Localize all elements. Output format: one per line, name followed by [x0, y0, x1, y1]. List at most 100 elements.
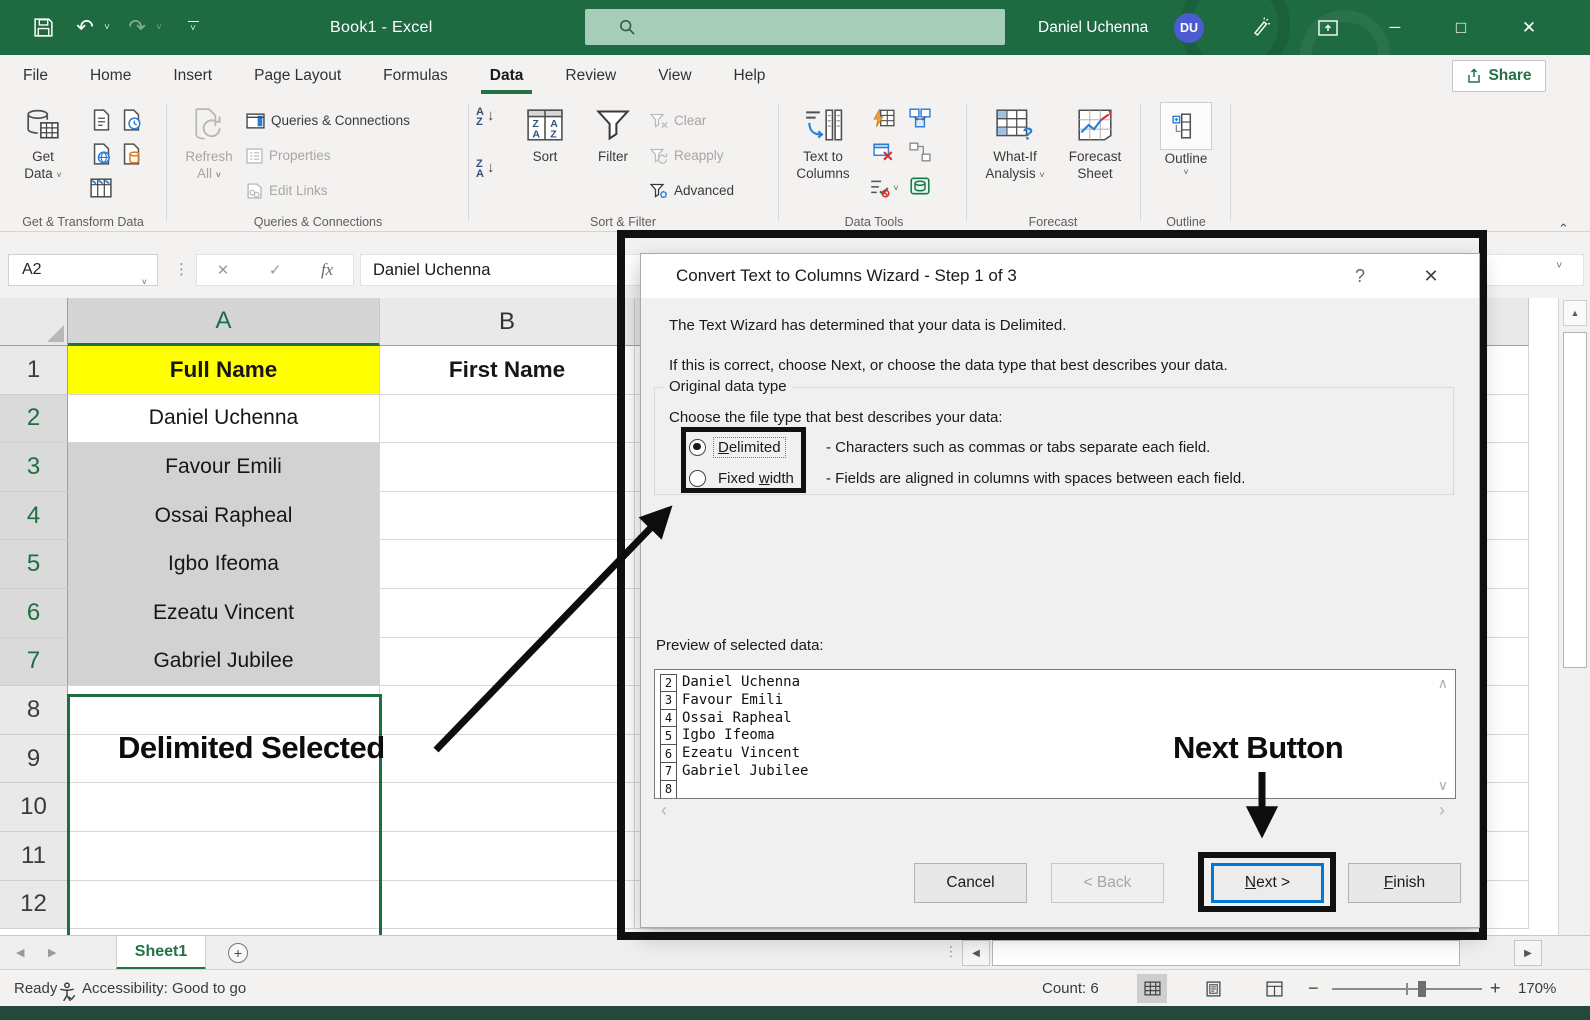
- zoom-out-icon[interactable]: −: [1308, 970, 1319, 1007]
- tab-page-layout[interactable]: Page Layout: [233, 55, 362, 97]
- close-button[interactable]: ✕: [1506, 0, 1552, 55]
- flash-fill-icon[interactable]: [873, 108, 895, 133]
- tab-split-dots[interactable]: ⋮: [944, 943, 958, 960]
- next-button[interactable]: Next >: [1211, 863, 1324, 903]
- delimited-radio[interactable]: [689, 439, 706, 456]
- cell-B8[interactable]: [380, 686, 635, 735]
- reapply-filter-button[interactable]: Reapply: [650, 138, 734, 173]
- data-validation-icon[interactable]: ˅: [869, 178, 898, 198]
- preview-scroll-right-icon[interactable]: ›: [1439, 803, 1445, 817]
- relationships-icon[interactable]: [909, 142, 931, 167]
- avatar[interactable]: DU: [1174, 13, 1204, 43]
- tab-review[interactable]: Review: [544, 55, 637, 97]
- preview-scroll-left-icon[interactable]: ‹: [661, 803, 667, 817]
- sort-button[interactable]: ZAAZ Sort: [514, 102, 576, 165]
- redo-icon[interactable]: ↷: [122, 0, 152, 55]
- row-header-4[interactable]: 4: [0, 492, 68, 541]
- column-header-A[interactable]: A: [68, 298, 380, 346]
- undo-caret-icon[interactable]: ˅: [100, 0, 114, 55]
- maximize-button[interactable]: □: [1438, 0, 1484, 55]
- from-web-icon[interactable]: [92, 143, 111, 170]
- what-if-analysis-button[interactable]: ? What-If Analysis ˅: [978, 102, 1052, 184]
- sort-az-button[interactable]: AZ↓: [476, 107, 494, 127]
- tab-formulas[interactable]: Formulas: [362, 55, 469, 97]
- next-sheet-icon[interactable]: ▶: [48, 936, 56, 970]
- filter-button[interactable]: Filter: [582, 102, 644, 165]
- cancel-button[interactable]: Cancel: [914, 863, 1027, 903]
- zoom-level[interactable]: 170%: [1518, 970, 1556, 1007]
- redo-caret-icon[interactable]: ˅: [152, 0, 166, 55]
- cell-B5[interactable]: [380, 540, 635, 589]
- save-icon[interactable]: [28, 0, 58, 55]
- cancel-entry-icon[interactable]: ✕: [217, 261, 230, 279]
- row-header-10[interactable]: 10: [0, 783, 68, 832]
- cell-A2[interactable]: Daniel Uchenna: [68, 395, 380, 444]
- cell-A12[interactable]: [68, 881, 380, 930]
- cell-A4[interactable]: Ossai Rapheal: [68, 492, 380, 541]
- accessibility-status[interactable]: Accessibility: Good to go: [82, 970, 246, 1007]
- search-box[interactable]: [585, 9, 1005, 45]
- cell-A7[interactable]: Gabriel Jubilee: [68, 638, 380, 687]
- minimize-button[interactable]: ─: [1372, 0, 1418, 55]
- vertical-scrollbar[interactable]: ▲ ▼: [1558, 298, 1590, 969]
- cell-B12[interactable]: [380, 881, 635, 930]
- view-normal-button[interactable]: [1137, 974, 1167, 1003]
- hscroll-left-icon[interactable]: ◀: [962, 940, 990, 966]
- get-data-button[interactable]: Get Data ˅: [12, 102, 74, 184]
- undo-icon[interactable]: ↶: [70, 0, 100, 55]
- queries-connections-button[interactable]: Queries & Connections: [246, 103, 410, 138]
- row-header-9[interactable]: 9: [0, 735, 68, 784]
- fixed-width-radio[interactable]: [689, 470, 706, 487]
- cell-B4[interactable]: [380, 492, 635, 541]
- back-button[interactable]: < Back: [1051, 863, 1164, 903]
- row-header-7[interactable]: 7: [0, 638, 68, 687]
- select-all-corner[interactable]: [0, 298, 68, 346]
- column-header-B[interactable]: B: [380, 298, 635, 346]
- sheet-tab-sheet1[interactable]: Sheet1: [116, 936, 206, 970]
- expand-formula-bar-icon[interactable]: ˅: [1556, 260, 1562, 272]
- insert-function-icon[interactable]: fx: [321, 260, 333, 280]
- tab-help[interactable]: Help: [713, 55, 787, 97]
- fixed-width-radio-label[interactable]: Fixed width: [714, 469, 798, 488]
- tab-insert[interactable]: Insert: [152, 55, 233, 97]
- row-header-11[interactable]: 11: [0, 832, 68, 881]
- zoom-in-icon[interactable]: +: [1490, 970, 1501, 1007]
- cell-B6[interactable]: [380, 589, 635, 638]
- add-sheet-button[interactable]: +: [228, 943, 248, 963]
- manage-data-model-icon[interactable]: [909, 176, 931, 201]
- edit-links-button[interactable]: Edit Links: [246, 173, 410, 208]
- confirm-entry-icon[interactable]: ✓: [269, 261, 282, 279]
- laser-pen-icon[interactable]: [1240, 0, 1280, 55]
- view-page-layout-button[interactable]: [1198, 974, 1228, 1003]
- cell-A1[interactable]: Full Name: [68, 346, 380, 395]
- cell-B7[interactable]: [380, 638, 635, 687]
- zoom-slider-thumb[interactable]: [1418, 981, 1426, 997]
- user-name[interactable]: Daniel Uchenna: [1038, 0, 1148, 55]
- sort-za-button[interactable]: ZA↓: [476, 159, 494, 179]
- refresh-all-button[interactable]: Refresh All ˅: [178, 102, 240, 184]
- row-header-12[interactable]: 12: [0, 881, 68, 930]
- delimited-radio-label[interactable]: Delimited: [714, 438, 785, 457]
- scroll-up-icon[interactable]: ▲: [1563, 300, 1587, 326]
- preview-scroll-down-icon[interactable]: ∨: [1438, 778, 1448, 792]
- hscroll-right-icon[interactable]: ▶: [1514, 940, 1542, 966]
- row-header-1[interactable]: 1: [0, 346, 68, 395]
- vertical-scroll-thumb[interactable]: [1563, 332, 1587, 668]
- share-button[interactable]: Share: [1452, 60, 1546, 92]
- finish-button[interactable]: Finish: [1348, 863, 1461, 903]
- from-table-range-icon[interactable]: [90, 178, 112, 203]
- forecast-sheet-button[interactable]: Forecast Sheet: [1058, 102, 1132, 182]
- tab-view[interactable]: View: [637, 55, 712, 97]
- qat-customize-icon[interactable]: ˅: [180, 0, 206, 55]
- remove-duplicates-icon[interactable]: [873, 142, 895, 167]
- prev-sheet-icon[interactable]: ◀: [16, 936, 24, 970]
- recent-sources-icon[interactable]: [122, 109, 141, 136]
- view-page-break-button[interactable]: [1259, 974, 1289, 1003]
- cell-B9[interactable]: [380, 735, 635, 784]
- name-box[interactable]: A2 ˅: [8, 254, 158, 286]
- from-database-icon[interactable]: [122, 143, 141, 170]
- cell-B10[interactable]: [380, 783, 635, 832]
- cell-A8[interactable]: [68, 686, 380, 735]
- cell-B1[interactable]: First Name: [380, 346, 635, 395]
- tab-file[interactable]: File: [2, 55, 69, 97]
